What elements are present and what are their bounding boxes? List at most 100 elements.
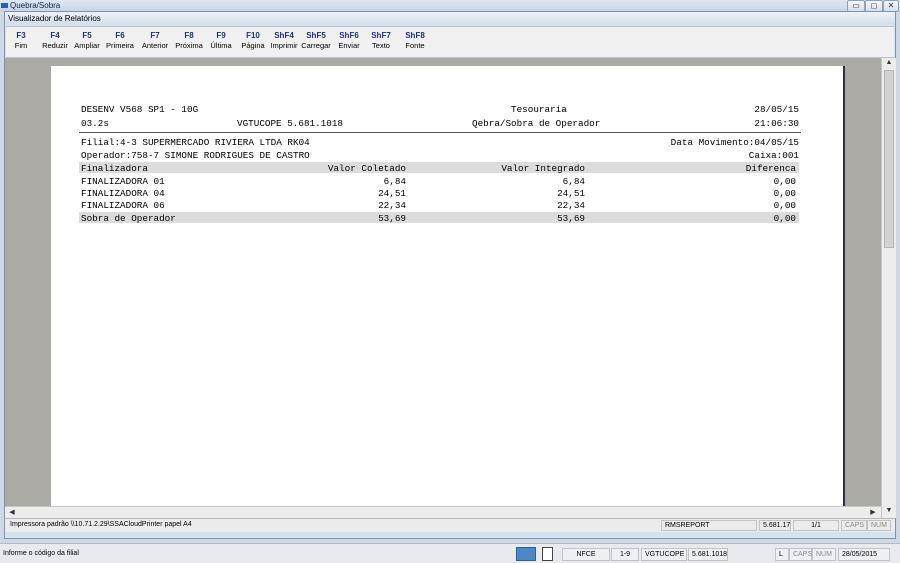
toolbar-key: F5 xyxy=(82,31,92,40)
col-diferenca: Diferenca xyxy=(745,163,796,174)
outer-title-bar: Quebra/Sobra ▭ ◻ ✕ xyxy=(0,0,900,12)
app-statusbar: Informe o código da filial NFCE 1-9 VGTU… xyxy=(0,543,900,563)
report-dept: Tesouraria xyxy=(511,104,567,115)
report-operador: Operador:758-7 SIMONE RODRIGUES DE CASTR… xyxy=(81,150,310,161)
col-finalizadora: Finalizadora xyxy=(81,163,148,174)
toolbar-button-reduzir[interactable]: F4 Reduzir xyxy=(40,30,70,51)
toolbar-button-proxima[interactable]: F8 Próxima xyxy=(174,30,204,51)
cell-finalizadora: FINALIZADORA 06 xyxy=(81,200,165,211)
cell-valor-coletado: 22,34 xyxy=(378,200,406,211)
scroll-down-icon[interactable]: ▼ xyxy=(883,506,895,516)
header-divider xyxy=(79,132,801,133)
toolbar-key: ShF8 xyxy=(405,31,425,40)
toolbar-label: Página xyxy=(241,41,265,50)
caps-status: CAPS xyxy=(841,520,867,531)
toolbar-label: Fim xyxy=(14,41,28,50)
scroll-up-icon[interactable]: ▲ xyxy=(883,58,895,68)
report-time: 21:06:30 xyxy=(754,118,799,129)
date-status: 28/05/2015 xyxy=(838,548,890,561)
toolbar-label: Reduzir xyxy=(42,41,68,50)
report-date: 28/05/15 xyxy=(754,104,799,115)
cell-valor-integrado: 6,84 xyxy=(562,176,585,187)
toolbar-label: Fonte xyxy=(405,41,425,50)
report-system: DESENV V568 SP1 - 10G xyxy=(81,104,199,115)
version-status: 5.681.17 xyxy=(759,520,791,531)
cell-finalizadora: FINALIZADORA 04 xyxy=(81,188,165,199)
toolbar-key: F4 xyxy=(50,31,60,40)
scroll-right-icon[interactable]: ▶ xyxy=(867,508,879,518)
toolbar-key: F8 xyxy=(184,31,194,40)
toolbar-button-texto[interactable]: ShF7 Texto xyxy=(366,30,396,51)
toolbar-label: Anterior xyxy=(141,41,169,50)
toolbar-label: Imprimir xyxy=(270,41,298,50)
toolbar-button-imprimir[interactable]: ShF4 Imprimir xyxy=(269,30,299,51)
toolbar-button-ultima[interactable]: F9 Última xyxy=(206,30,236,51)
toolbar-key: F6 xyxy=(115,31,125,40)
cell-diferenca: 0,00 xyxy=(773,188,796,199)
toolbar-label: Carregar xyxy=(301,41,331,50)
toolbar-label: Ampliar xyxy=(74,41,100,50)
toolbar-key: ShF7 xyxy=(371,31,391,40)
hint-status: Informe o código da filial xyxy=(3,550,79,557)
toolbar-label: Próxima xyxy=(175,41,203,50)
toolbar: F3 Fim F4 Reduzir F5 Ampliar F6 Primeira F7 Anter… xyxy=(6,26,894,58)
report-viewer-window: Visualizador de Relatórios F3 Fim F4 Reduzi… xyxy=(4,11,896,539)
report-name-status: RMSREPORT xyxy=(661,520,757,531)
printer-status: Impressora padrão \\10.71.2.29\SSACloudP… xyxy=(10,521,192,528)
report-viewer-area: DESENV V568 SP1 - 10G Tesouraria 28/05/1… xyxy=(5,58,895,518)
report-title: Qebra/Sobra de Operador xyxy=(472,118,601,129)
toolbar-label: Primeira xyxy=(106,41,134,50)
cell-valor-coletado: 6,84 xyxy=(383,176,406,187)
app-icon xyxy=(1,3,8,8)
toolbar-key: F9 xyxy=(216,31,226,40)
inner-window-title: Visualizador de Relatórios xyxy=(8,14,101,23)
cell-diferenca: 0,00 xyxy=(773,200,796,211)
total-valor-integrado: 53,69 xyxy=(557,213,585,224)
toolbar-key: F10 xyxy=(246,31,260,40)
toolbar-button-ampliar[interactable]: F5 Ampliar xyxy=(72,30,102,51)
cell-diferenca: 0,00 xyxy=(773,176,796,187)
report-data-movimento: Data Movimento:04/05/15 xyxy=(670,137,799,148)
toolbar-key: F7 xyxy=(150,31,160,40)
toolbar-key: ShF6 xyxy=(339,31,359,40)
col-valor-integrado: Valor Integrado xyxy=(501,163,585,174)
total-diferenca: 0,00 xyxy=(773,213,796,224)
col-valor-coletado: Valor Coletado xyxy=(327,163,406,174)
toolbar-label: Enviar xyxy=(338,41,360,50)
viewer-statusbar: Impressora padrão \\10.71.2.29\SSACloudP… xyxy=(5,518,895,532)
computer-icon[interactable] xyxy=(516,547,536,561)
total-valor-coletado: 53,69 xyxy=(378,213,406,224)
toolbar-button-anterior[interactable]: F7 Anterior xyxy=(138,30,172,51)
vertical-scrollbar[interactable]: ▲ ▼ xyxy=(881,58,896,518)
report-caixa: Caixa:001 xyxy=(748,150,799,161)
cell-valor-integrado: 22,34 xyxy=(557,200,585,211)
toolbar-key: ShF5 xyxy=(306,31,326,40)
nfce-status: NFCE xyxy=(562,548,610,561)
scroll-left-icon[interactable]: ◀ xyxy=(6,508,18,518)
toolbar-button-enviar[interactable]: ShF6 Enviar xyxy=(334,30,364,51)
toolbar-button-fonte[interactable]: ShF8 Fonte xyxy=(400,30,430,51)
num-status: NUM xyxy=(867,520,891,531)
outer-window-title: Quebra/Sobra xyxy=(10,1,61,10)
range-status: 1-9 xyxy=(611,548,639,561)
l-status: L xyxy=(775,548,789,561)
toolbar-button-fim[interactable]: F3 Fim xyxy=(8,30,34,51)
report-page: DESENV V568 SP1 - 10G Tesouraria 28/05/1… xyxy=(51,66,845,518)
report-filial: Filial:4-3 SUPERMERCADO RIVIERA LTDA RK0… xyxy=(81,137,310,148)
cell-valor-integrado: 24,51 xyxy=(557,188,585,199)
toolbar-button-pagina[interactable]: F10 Página xyxy=(238,30,268,51)
toolbar-key: ShF4 xyxy=(274,31,294,40)
total-label: Sobra de Operador xyxy=(81,213,176,224)
toolbar-key: F3 xyxy=(16,31,26,40)
toolbar-button-carregar[interactable]: ShF5 Carregar xyxy=(300,30,332,51)
toolbar-button-primeira[interactable]: F6 Primeira xyxy=(104,30,136,51)
vertical-scroll-thumb[interactable] xyxy=(884,70,894,248)
num-status-bottom: NUM xyxy=(812,548,836,561)
caps-status-bottom: CAPS xyxy=(789,548,812,561)
cell-valor-coletado: 24,51 xyxy=(378,188,406,199)
inner-title-bar: Visualizador de Relatórios xyxy=(5,12,895,24)
cell-finalizadora: FINALIZADORA 01 xyxy=(81,176,165,187)
version-status-bottom: 5.681.1018 xyxy=(688,548,728,561)
clipboard-icon[interactable] xyxy=(542,547,553,561)
program-status: VGTUCOPE xyxy=(641,548,687,561)
